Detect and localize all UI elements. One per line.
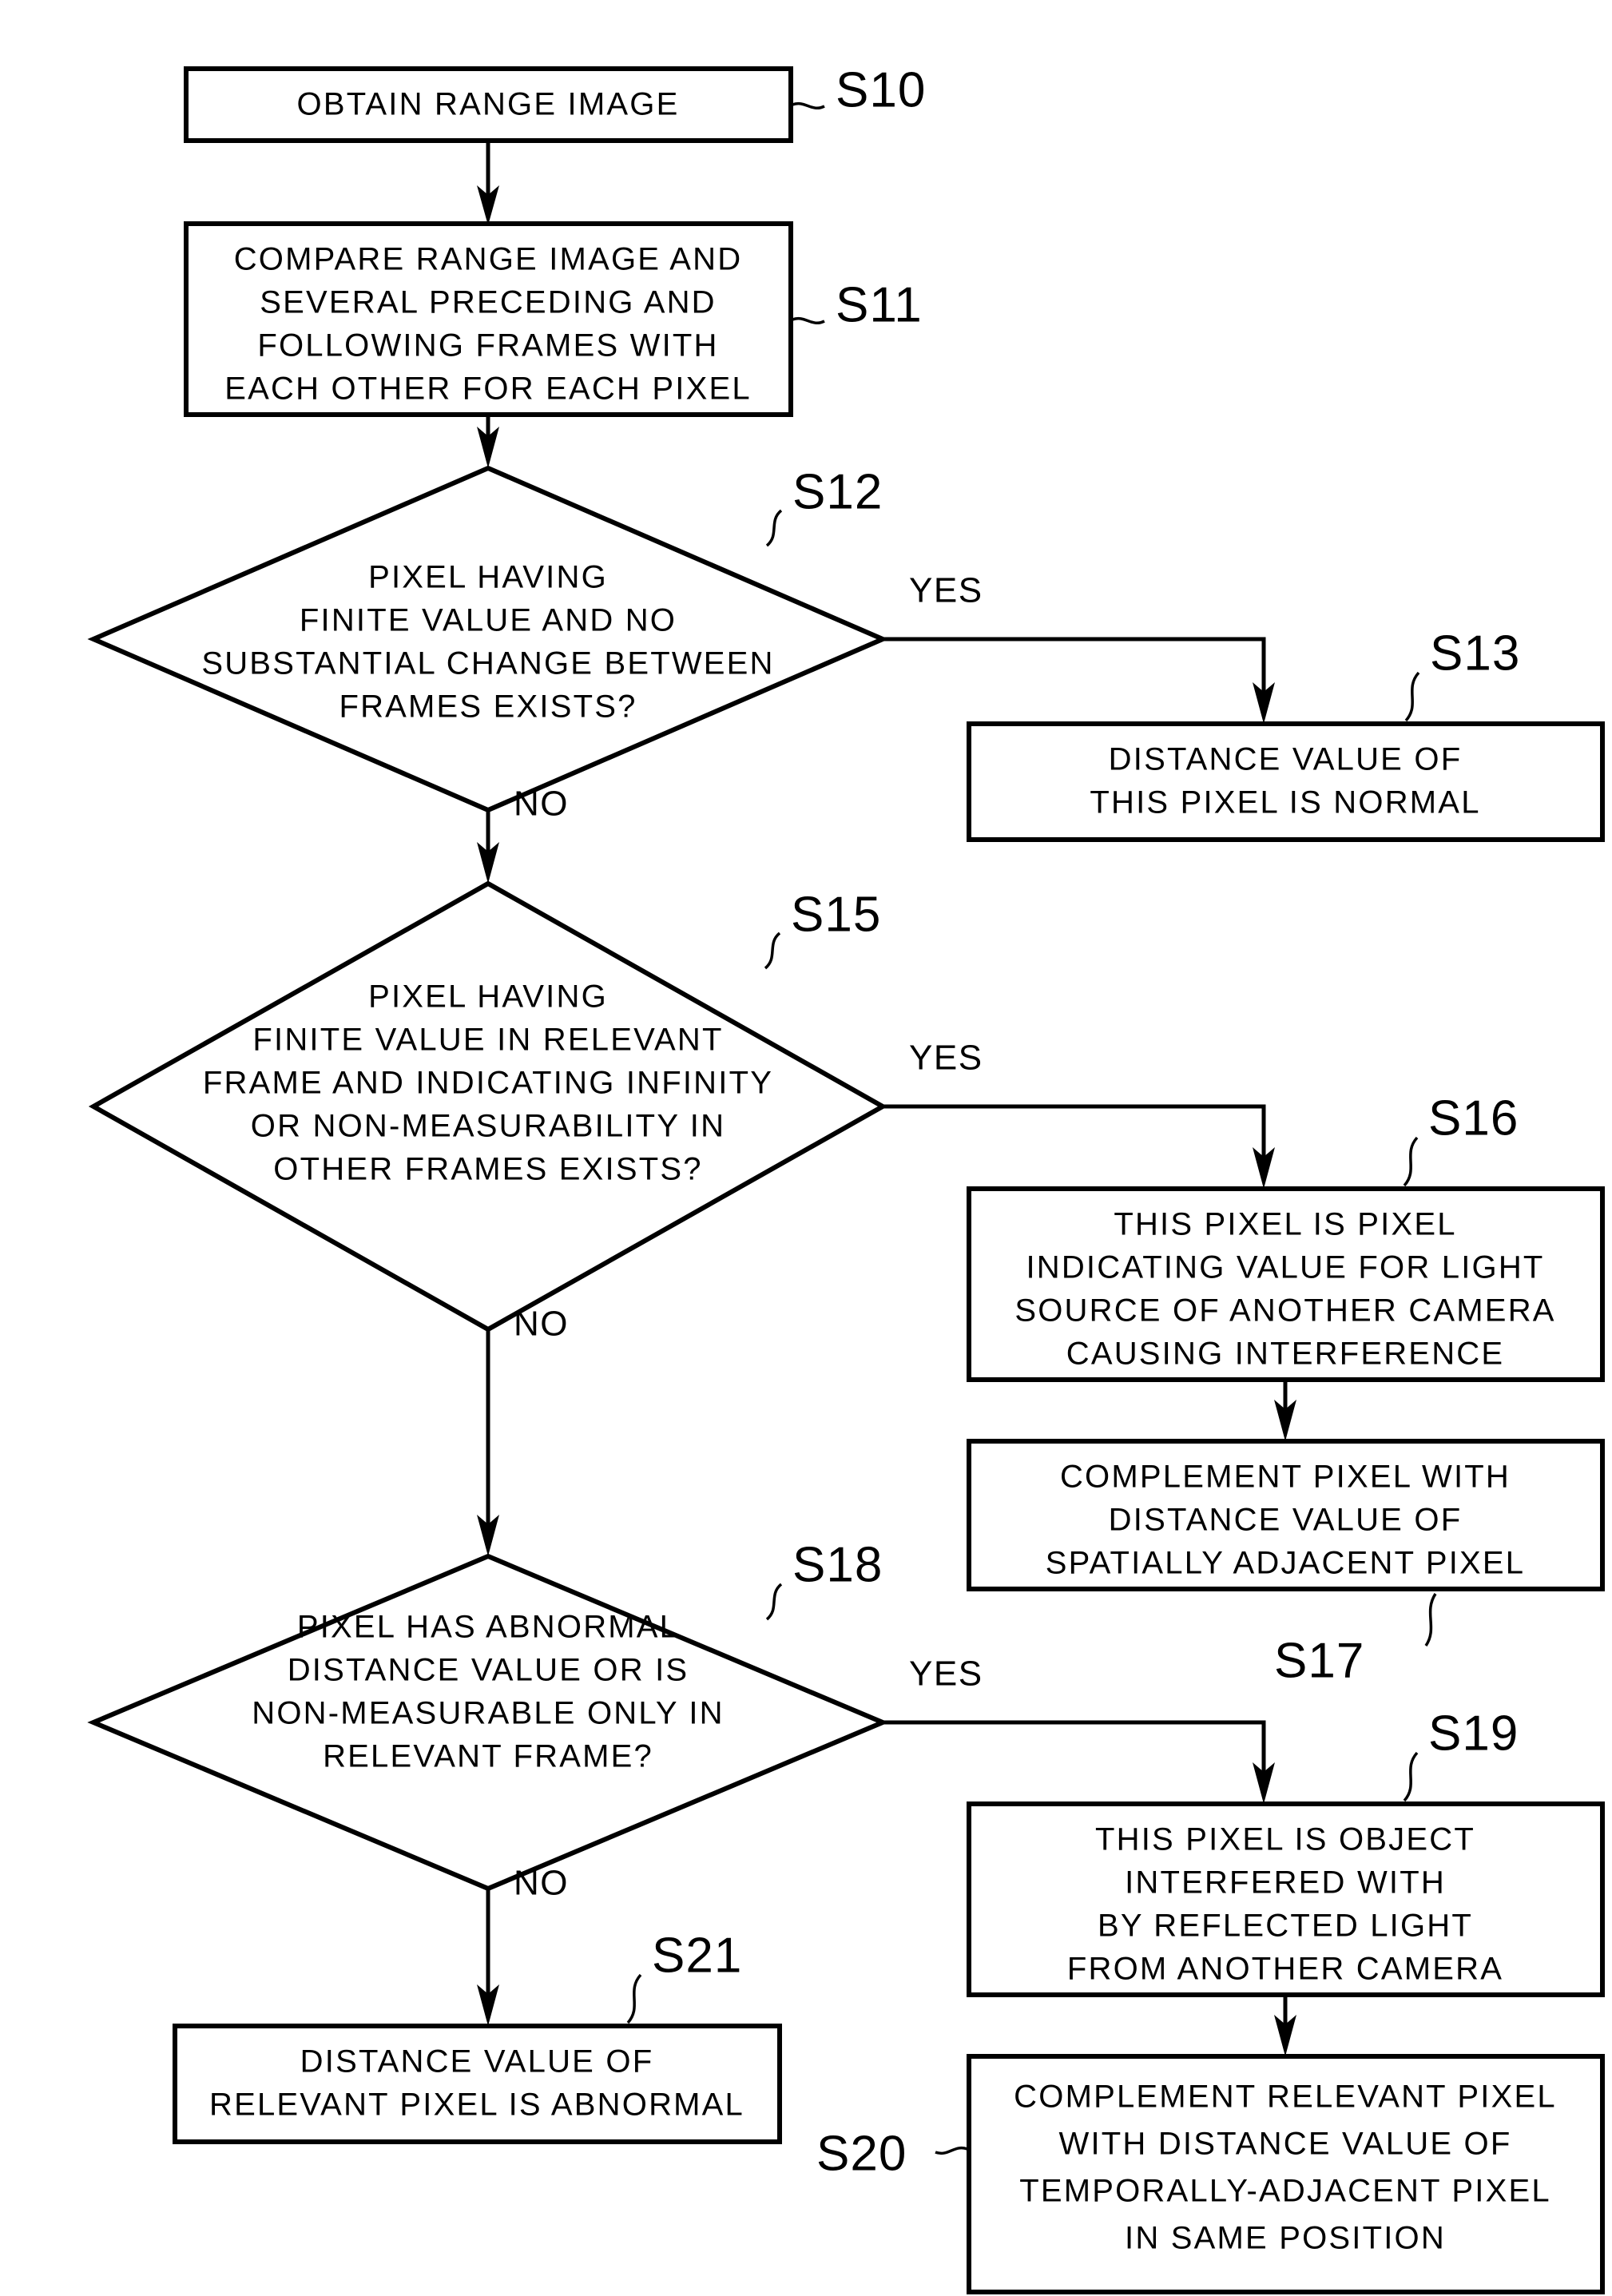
edge-s18-s19: [883, 1720, 1275, 1804]
leader-s11: [792, 316, 825, 324]
step-label-s13: S13: [1430, 626, 1520, 681]
branch-label-s18-no: NO: [514, 1864, 569, 1903]
node-s18-line-0: PIXEL HAS ABNORMAL: [297, 1610, 679, 1645]
node-s12-line-3: FRAMES EXISTS?: [339, 689, 637, 725]
node-s19-line-2: BY REFLECTED LIGHT: [1098, 1909, 1473, 1944]
step-label-s12: S12: [792, 464, 883, 519]
leader-s15: [764, 932, 781, 970]
node-s13-line-0: DISTANCE VALUE OF: [1109, 742, 1463, 777]
node-s21-line-0: DISTANCE VALUE OF: [300, 2044, 654, 2080]
step-label-s10: S10: [836, 62, 926, 117]
branch-label-s12-no: NO: [514, 785, 569, 824]
node-s19[interactable]: THIS PIXEL IS OBJECT INTERFERED WITH BY …: [967, 1801, 1605, 1997]
step-label-s15: S15: [791, 887, 881, 942]
leader-s13: [1404, 671, 1420, 722]
node-s10-line-0: OBTAIN RANGE IMAGE: [297, 87, 680, 122]
leader-s18: [765, 1583, 783, 1621]
node-s15[interactable]: PIXEL HAVING FINITE VALUE IN RELEVANT FR…: [88, 880, 888, 1333]
leader-s10: [792, 101, 825, 109]
node-s17-line-2: SPATIALLY ADJACENT PIXEL: [1046, 1546, 1525, 1581]
node-s21-line-1: RELEVANT PIXEL IS ABNORMAL: [209, 2087, 744, 2123]
node-s15-line-3: OR NON-MEASURABILITY IN: [251, 1109, 725, 1144]
node-s16-line-0: THIS PIXEL IS PIXEL: [1114, 1207, 1456, 1242]
node-s21[interactable]: DISTANCE VALUE OF RELEVANT PIXEL IS ABNO…: [173, 2024, 782, 2144]
node-s16-line-2: SOURCE OF ANOTHER CAMERA: [1014, 1293, 1555, 1329]
node-s11-line-2: FOLLOWING FRAMES WITH: [257, 328, 718, 363]
edge-s12-s13: [883, 637, 1275, 724]
edge-s15-s18: [477, 1329, 499, 1556]
leader-s20: [935, 2146, 968, 2155]
branch-label-s15-no: NO: [514, 1305, 569, 1344]
step-label-s20: S20: [816, 2126, 907, 2181]
node-s18-line-1: DISTANCE VALUE OR IS: [288, 1653, 689, 1688]
node-s17-line-1: DISTANCE VALUE OF: [1109, 1503, 1463, 1538]
leader-s21: [626, 1973, 642, 2024]
node-s19-line-1: INTERFERED WITH: [1125, 1865, 1446, 1901]
node-s11-line-1: SEVERAL PRECEDING AND: [260, 285, 717, 320]
step-label-s18: S18: [792, 1537, 883, 1592]
flowchart-svg: OBTAIN RANGE IMAGE S10 COMPARE RANGE IMA…: [0, 0, 1612, 2296]
node-s15-line-4: OTHER FRAMES EXISTS?: [273, 1152, 702, 1187]
node-s20-line-0: COMPLEMENT RELEVANT PIXEL: [1014, 2080, 1557, 2115]
node-s12-diamond: [87, 465, 889, 813]
node-s11[interactable]: COMPARE RANGE IMAGE AND SEVERAL PRECEDIN…: [184, 221, 793, 417]
leader-s19: [1403, 1751, 1419, 1802]
leader-s16: [1403, 1136, 1419, 1187]
leader-s17: [1424, 1593, 1437, 1647]
node-s15-diamond: [88, 880, 888, 1333]
edge-s12-s15: [477, 810, 499, 884]
node-s16-line-3: CAUSING INTERFERENCE: [1066, 1337, 1505, 1372]
node-s12-line-2: SUBSTANTIAL CHANGE BETWEEN: [201, 646, 774, 681]
node-s20-line-2: TEMPORALLY-ADJACENT PIXEL: [1019, 2174, 1551, 2209]
branch-label-s12-yes: YES: [909, 571, 983, 610]
node-s10[interactable]: OBTAIN RANGE IMAGE: [184, 66, 793, 143]
edge-s10-s11: [477, 141, 499, 225]
step-label-s19: S19: [1428, 1706, 1519, 1761]
step-label-s17: S17: [1274, 1633, 1364, 1688]
node-s13-line-1: THIS PIXEL IS NORMAL: [1090, 785, 1480, 820]
flowchart-canvas: OBTAIN RANGE IMAGE S10 COMPARE RANGE IMA…: [0, 0, 1612, 2296]
node-s17-line-0: COMPLEMENT PIXEL WITH: [1060, 1460, 1511, 1495]
node-s16[interactable]: THIS PIXEL IS PIXEL INDICATING VALUE FOR…: [967, 1186, 1605, 1382]
edge-s18-s21: [477, 1889, 499, 2026]
node-s18-line-3: RELEVANT FRAME?: [323, 1739, 653, 1774]
node-s13[interactable]: DISTANCE VALUE OF THIS PIXEL IS NORMAL: [967, 721, 1605, 842]
step-label-s16: S16: [1428, 1090, 1519, 1146]
node-s11-line-0: COMPARE RANGE IMAGE AND: [234, 242, 743, 277]
branch-label-s15-yes: YES: [909, 1039, 983, 1078]
node-s18-line-2: NON-MEASURABLE ONLY IN: [252, 1696, 725, 1731]
node-s18[interactable]: PIXEL HAS ABNORMAL DISTANCE VALUE OR IS …: [87, 1553, 889, 1892]
node-s19-line-3: FROM ANOTHER CAMERA: [1067, 1952, 1503, 1987]
node-s12-line-1: FINITE VALUE AND NO: [300, 603, 677, 638]
node-s17[interactable]: COMPLEMENT PIXEL WITH DISTANCE VALUE OF …: [967, 1439, 1605, 1591]
node-s15-line-0: PIXEL HAVING: [368, 979, 608, 1015]
step-label-s11: S11: [836, 277, 923, 332]
branch-label-s18-yes: YES: [909, 1654, 983, 1694]
step-label-s21: S21: [652, 1928, 742, 1983]
node-s12-line-0: PIXEL HAVING: [368, 560, 608, 595]
leader-s12: [765, 509, 783, 547]
edge-s16-s17: [1274, 1380, 1296, 1441]
node-s19-line-0: THIS PIXEL IS OBJECT: [1095, 1822, 1475, 1857]
node-s16-line-1: INDICATING VALUE FOR LIGHT: [1026, 1250, 1544, 1285]
edge-s15-s16: [883, 1104, 1275, 1189]
edge-s19-s20: [1274, 1995, 1296, 2056]
node-s15-line-2: FRAME AND INDICATING INFINITY: [203, 1066, 773, 1101]
edge-s11-s12: [477, 415, 499, 468]
node-s11-line-3: EACH OTHER FOR EACH PIXEL: [224, 371, 752, 407]
node-s20-line-3: IN SAME POSITION: [1125, 2221, 1446, 2256]
node-s12[interactable]: PIXEL HAVING FINITE VALUE AND NO SUBSTAN…: [87, 465, 889, 813]
node-s15-line-1: FINITE VALUE IN RELEVANT: [252, 1023, 723, 1058]
node-s20-line-1: WITH DISTANCE VALUE OF: [1059, 2127, 1512, 2162]
node-s20[interactable]: COMPLEMENT RELEVANT PIXEL WITH DISTANCE …: [967, 2054, 1605, 2294]
